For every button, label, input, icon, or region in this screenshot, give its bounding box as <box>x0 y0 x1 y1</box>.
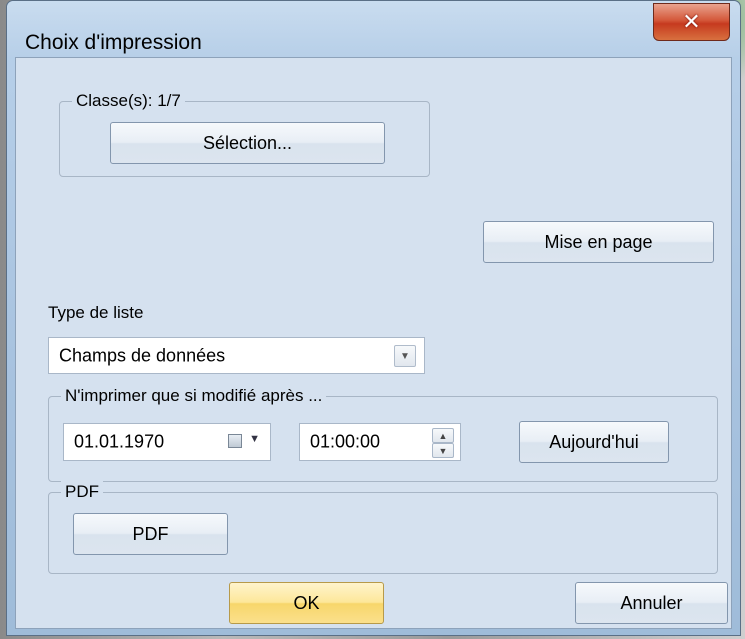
calendar-icon[interactable] <box>228 434 242 448</box>
classes-groupbox: Classe(s): 1/7 Sélection... <box>59 90 430 177</box>
chevron-down-icon[interactable]: ▼ <box>249 433 260 445</box>
modified-after-groupbox: N'imprimer que si modifié après ... 01.0… <box>48 385 718 482</box>
modified-after-legend: N'imprimer que si modifié après ... <box>61 385 327 407</box>
close-icon: ✕ <box>682 9 701 35</box>
pdf-legend: PDF <box>61 481 103 503</box>
spin-up-icon[interactable]: ▲ <box>432 428 454 443</box>
date-picker[interactable]: 01.01.1970 ▼ <box>63 423 271 461</box>
list-type-label: Type de liste <box>48 303 144 322</box>
time-field[interactable]: 01:00:00 ▲ ▼ <box>299 423 461 461</box>
list-type-select[interactable]: Champs de données ▼ <box>48 337 425 374</box>
pdf-button[interactable]: PDF <box>73 513 228 555</box>
list-type-value: Champs de données <box>59 345 226 365</box>
page-setup-button[interactable]: Mise en page <box>483 221 714 263</box>
ok-button[interactable]: OK <box>229 582 384 624</box>
spin-down-icon[interactable]: ▼ <box>432 443 454 458</box>
pdf-groupbox: PDF PDF <box>48 481 718 574</box>
today-button[interactable]: Aujourd'hui <box>519 421 669 463</box>
close-button[interactable]: ✕ <box>653 3 730 41</box>
dialog-client-area: Classe(s): 1/7 Sélection... Mise en page… <box>15 57 732 629</box>
chevron-down-icon[interactable]: ▼ <box>394 345 416 367</box>
selection-button[interactable]: Sélection... <box>110 122 385 164</box>
date-value: 01.01.1970 <box>74 431 165 452</box>
title-bar[interactable]: Choix d'impression ✕ <box>7 1 740 57</box>
dialog-title: Choix d'impression <box>25 31 202 54</box>
classes-legend: Classe(s): 1/7 <box>72 90 185 112</box>
cancel-button[interactable]: Annuler <box>575 582 728 624</box>
time-value: 01:00:00 <box>310 431 381 452</box>
print-options-dialog: Choix d'impression ✕ Classe(s): 1/7 Séle… <box>6 0 741 636</box>
